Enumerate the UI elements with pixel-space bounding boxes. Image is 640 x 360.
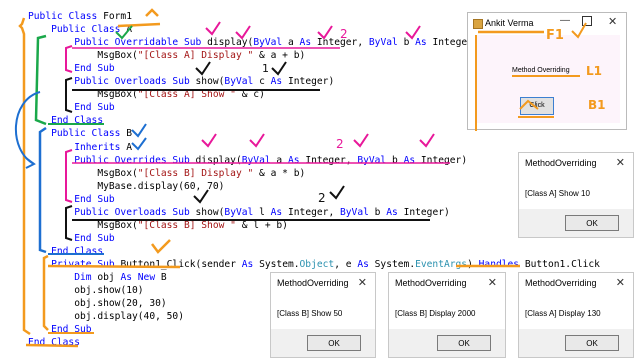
msgbox-title: MethodOverriding [525,278,597,288]
code-line: End Class [51,245,104,257]
message-box-class-b-display: MethodOverriding ✕ [Class B] Display 200… [388,272,506,358]
code-line: End Sub [74,102,115,114]
code-line: End Class [51,115,104,127]
form-title: Ankit Verma [485,18,534,28]
msgbox-title: MethodOverriding [277,278,349,288]
message-box-class-a-display: MethodOverriding ✕ [Class A] Display 130… [518,272,634,358]
code-line: Public Overrides Sub display(ByVal a As … [74,154,468,166]
minimize-icon[interactable]: — [560,15,570,26]
msgbox-message: [Class A] Display 130 [525,309,601,318]
code-line: Public Class B [51,128,132,140]
code-line: Public Overloads Sub show(ByVal l As Int… [74,206,450,218]
msgbox-title: MethodOverriding [395,278,467,288]
code-line: MsgBox("[Class A] Display " & a + b) [97,50,306,62]
msgbox-titlebar: MethodOverriding ✕ [389,273,505,295]
close-icon[interactable]: ✕ [616,156,625,169]
code-line: Public Class Form1 [28,11,132,22]
code-line: obj.show(10) [74,285,144,297]
close-icon[interactable]: ✕ [488,276,497,289]
code-line: Public Class A [51,24,132,36]
close-icon[interactable]: ✕ [358,276,367,289]
method-overriding-label: Method Overriding [512,67,570,74]
msgbox-titlebar: MethodOverriding ✕ [519,273,633,295]
code-line: Private Sub Button1_Click(sender As Syst… [51,258,600,270]
code-line: Public Overridable Sub display(ByVal a A… [74,37,478,49]
message-box-class-b-show: MethodOverriding ✕ [Class B] Show 50 OK [270,272,376,358]
form-titlebar: Ankit Verma — ✕ [468,13,626,35]
maximize-icon[interactable] [582,16,592,26]
code-line: Dim obj As New B [74,272,167,283]
msgbox-message: [Class A] Show 10 [525,189,590,198]
msgbox-titlebar: MethodOverriding ✕ [519,153,633,175]
code-line: Public Overloads Sub show(ByVal c As Int… [74,76,335,88]
code-line: MyBase.display(60, 70) [97,180,225,192]
msgbox-title: MethodOverriding [525,158,597,168]
close-icon[interactable]: ✕ [616,276,625,289]
code-line: obj.display(40, 50) [74,311,184,323]
code-line: End Sub [74,193,115,205]
code-line: MsgBox("[Class A] Show " & c) [97,89,265,101]
ok-button[interactable]: OK [565,335,619,351]
ok-button[interactable]: OK [437,335,491,351]
code-line: End Sub [74,63,115,75]
close-icon[interactable]: ✕ [608,15,617,28]
ok-button[interactable]: OK [565,215,619,231]
code-line: obj.show(20, 30) [74,298,167,310]
ok-button[interactable]: OK [307,335,361,351]
msgbox-titlebar: MethodOverriding ✕ [271,273,375,295]
code-line: MsgBox("[Class B] Display " & a * b) [97,167,306,179]
app-icon [473,19,483,29]
code-line: Inherits A [74,141,132,153]
click-button[interactable]: Click [520,97,554,115]
message-box-class-a-show: MethodOverriding ✕ [Class A] Show 10 OK [518,152,634,238]
code-line: End Sub [51,324,92,336]
code-line: End Sub [74,232,115,244]
code-line: MsgBox("[Class B] Show " & l + b) [97,219,288,231]
msgbox-message: [Class B] Show 50 [277,309,343,318]
form-window: Ankit Verma — ✕ Method Overriding Click … [467,12,627,131]
form-body: Method Overriding Click [476,35,620,123]
msgbox-message: [Class B] Display 2000 [395,309,476,318]
code-line: End Class [28,337,80,349]
